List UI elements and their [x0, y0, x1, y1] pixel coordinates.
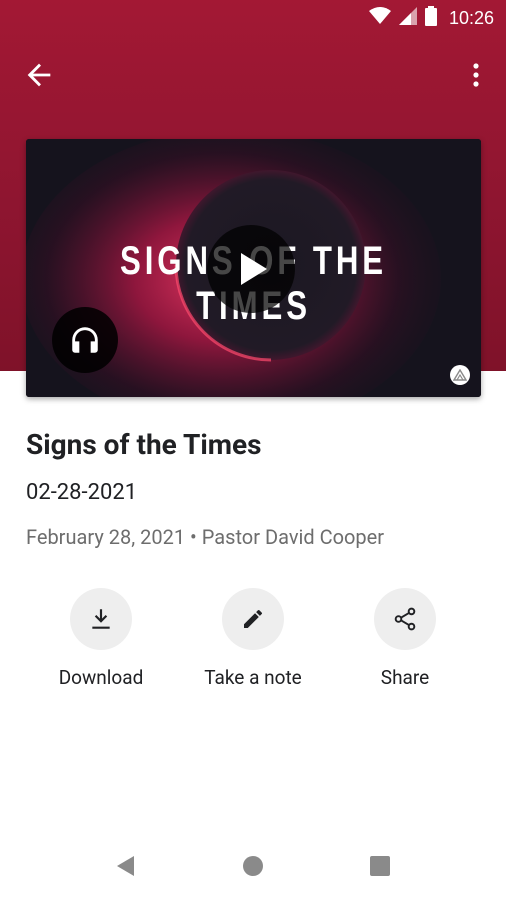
download-action[interactable]: Download — [31, 588, 171, 689]
share-icon — [394, 607, 416, 631]
pencil-icon — [244, 609, 263, 628]
home-circle-icon — [243, 856, 263, 876]
nav-back-button[interactable] — [114, 854, 136, 882]
back-button[interactable] — [22, 58, 56, 92]
download-button[interactable] — [70, 588, 132, 650]
back-triangle-icon — [117, 856, 134, 876]
headphones-icon — [72, 327, 98, 353]
church-logo-icon — [450, 365, 470, 385]
play-icon — [241, 253, 267, 285]
status-bar: 10:26 — [0, 0, 506, 36]
more-options-button[interactable] — [464, 58, 488, 92]
listen-audio-button[interactable] — [52, 307, 118, 373]
download-label: Download — [58, 666, 144, 689]
share-label: Share — [380, 666, 430, 689]
arrow-left-icon — [27, 63, 51, 87]
signal-icon — [398, 7, 417, 29]
more-vert-icon — [473, 63, 479, 87]
action-row: Download Take a note Share — [0, 588, 506, 698]
clock: 10:26 — [448, 7, 494, 28]
sermon-date: 02-28-2021 — [26, 480, 138, 505]
sermon-meta: February 28, 2021 • Pastor David Cooper — [26, 525, 385, 549]
sermon-title: Signs of the Times — [26, 428, 262, 461]
download-icon — [92, 609, 110, 629]
nav-home-button[interactable] — [242, 855, 264, 881]
sermon-video-card[interactable]: SIGNS OF THE TIMES — [26, 139, 481, 397]
take-note-label: Take a note — [204, 666, 302, 689]
share-button[interactable] — [374, 588, 436, 650]
nav-recents-button[interactable] — [370, 856, 390, 880]
share-action[interactable]: Share — [335, 588, 475, 689]
recents-square-icon — [370, 856, 390, 876]
system-nav-bar — [0, 836, 506, 900]
app-bar — [0, 48, 506, 100]
wifi-icon — [368, 7, 391, 29]
battery-icon — [424, 6, 437, 30]
take-note-action[interactable]: Take a note — [183, 588, 323, 689]
play-button[interactable] — [207, 225, 295, 313]
take-note-button[interactable] — [222, 588, 284, 650]
